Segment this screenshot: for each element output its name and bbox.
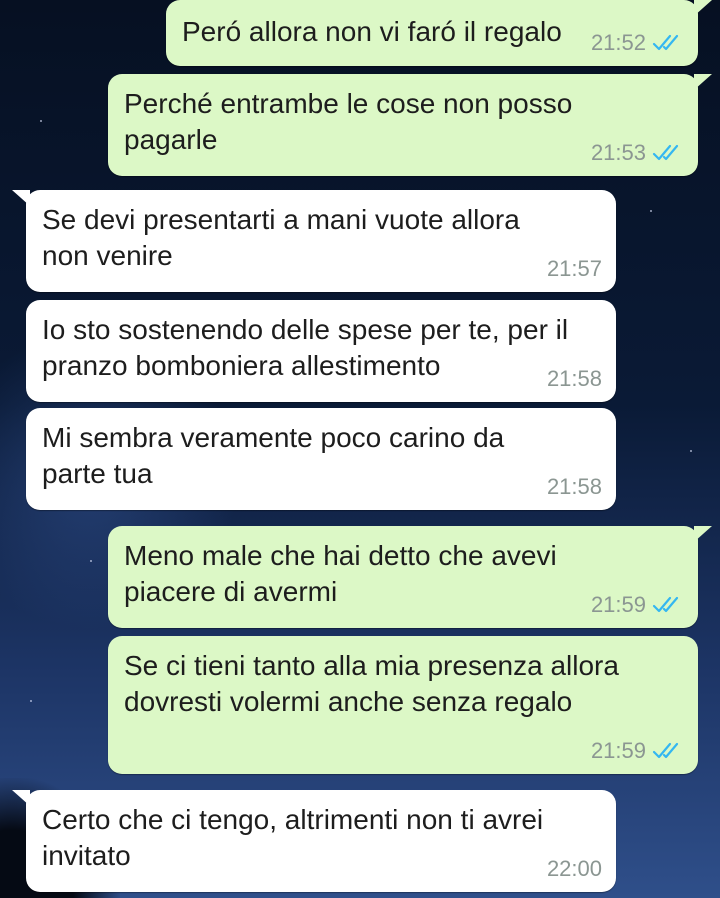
outgoing-message-bubble[interactable]: Perché entrambe le cose non posso pagarl… [108, 74, 712, 176]
message-meta: 21:53 [591, 140, 684, 166]
wallpaper-star [650, 210, 652, 212]
message-text-line: Meno male che hai detto che avevi [124, 540, 557, 571]
incoming-message-bubble[interactable]: Se devi presentarti a mani vuote allora … [12, 190, 616, 292]
message-text-line: pagarle [124, 124, 218, 155]
message-text-line: Perché entrambe le cose non posso [124, 88, 573, 119]
message-meta: 21:58 [547, 474, 602, 500]
message-text-line: piacere di avermi [124, 576, 338, 607]
message-meta: 21:59 [591, 738, 684, 764]
outgoing-message-bubble[interactable]: Meno male che hai detto che avevi piacer… [108, 526, 712, 628]
message-timestamp: 21:57 [546, 256, 602, 281]
message-timestamp: 21:59 [590, 592, 646, 617]
message-timestamp: 21:52 [590, 30, 646, 55]
message-text-line: Se ci tieni tanto alla mia presenza allo… [124, 650, 619, 681]
outgoing-message-bubble[interactable]: Peró allora non vi faró il regalo 21:52 [166, 0, 712, 66]
incoming-message-bubble[interactable]: Mi sembra veramente poco carino da parte… [26, 408, 616, 510]
message-meta: 21:59 [591, 592, 684, 618]
double-check-icon [652, 596, 679, 613]
message-timestamp: 22:00 [546, 856, 602, 881]
wallpaper-star [90, 560, 92, 562]
outgoing-message-bubble[interactable]: Se ci tieni tanto alla mia presenza allo… [108, 636, 698, 774]
message-timestamp: 21:53 [590, 140, 646, 165]
message-text-line: Mi sembra veramente poco carino da [42, 422, 505, 453]
message-meta: 21:57 [547, 256, 602, 282]
message-text-line: Certo che ci tengo, altrimenti non ti av… [42, 804, 544, 835]
message-text-line: non venire [42, 240, 173, 271]
wallpaper-star [30, 700, 32, 702]
message-text-line: pranzo bomboniera allestimento [42, 350, 441, 381]
message-timestamp: 21:59 [590, 738, 646, 763]
message-meta: 22:00 [547, 856, 602, 882]
message-text-line: Se devi presentarti a mani vuote allora [42, 204, 520, 235]
incoming-message-bubble[interactable]: Certo che ci tengo, altrimenti non ti av… [12, 790, 616, 892]
message-text-line: parte tua [42, 458, 153, 489]
message-text-line: Peró allora non vi faró il regalo [182, 16, 562, 47]
message-text-line: dovresti volermi anche senza regalo [124, 686, 573, 717]
wallpaper-star [690, 450, 692, 452]
message-text-line: Io sto sostenendo delle spese per te, pe… [42, 314, 569, 345]
message-timestamp: 21:58 [546, 366, 602, 391]
incoming-message-bubble[interactable]: Io sto sostenendo delle spese per te, pe… [26, 300, 616, 402]
double-check-icon [652, 742, 679, 759]
double-check-icon [652, 34, 679, 51]
double-check-icon [652, 144, 679, 161]
message-text-line: invitato [42, 840, 131, 871]
message-meta: 21:58 [547, 366, 602, 392]
wallpaper-star [40, 120, 42, 122]
message-meta: 21:52 [591, 30, 684, 56]
message-timestamp: 21:58 [546, 474, 602, 499]
